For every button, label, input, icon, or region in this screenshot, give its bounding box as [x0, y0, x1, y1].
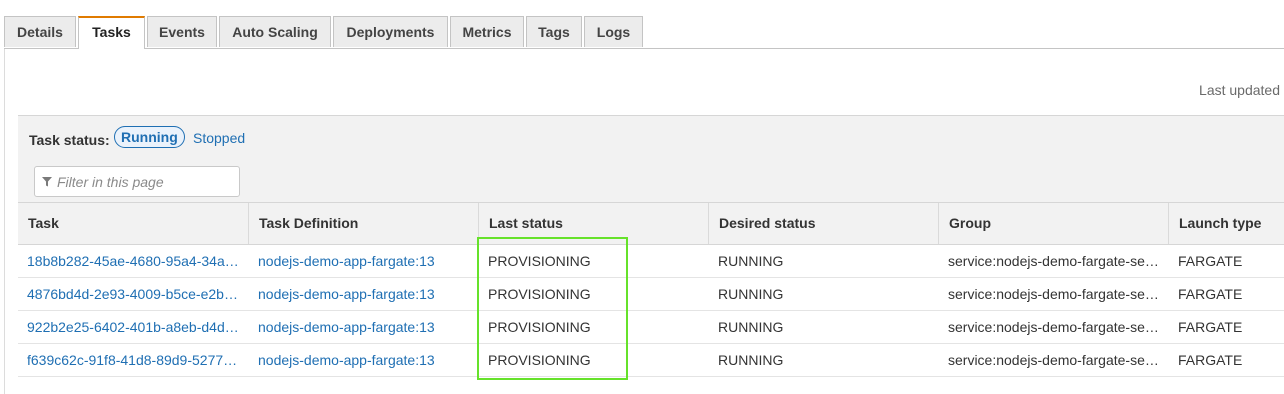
- last-status-cell: PROVISIONING: [488, 253, 591, 269]
- table-row: f639c62c-91f8-41d8-89d9-5277… nodejs-demo…: [18, 344, 1284, 377]
- tab-details[interactable]: Details: [4, 16, 76, 47]
- column-header-task-definition[interactable]: Task Definition: [249, 203, 479, 244]
- launch-type-cell: FARGATE: [1178, 319, 1243, 335]
- last-status-cell: PROVISIONING: [488, 286, 591, 302]
- group-cell: service:nodejs-demo-fargate-se…: [948, 352, 1159, 368]
- table-row: 18b8b282-45ae-4680-95a4-34a… nodejs-demo-…: [18, 245, 1284, 278]
- task-id-link[interactable]: 4876bd4d-2e93-4009-b5ce-e2b…: [18, 278, 249, 310]
- column-header-task[interactable]: Task: [18, 203, 249, 244]
- last-status-cell: PROVISIONING: [488, 352, 591, 368]
- tab-tasks[interactable]: Tasks: [78, 16, 145, 49]
- column-header-desired-status[interactable]: Desired status: [709, 203, 939, 244]
- desired-status-cell: RUNNING: [718, 319, 784, 335]
- running-filter-button[interactable]: Running: [114, 126, 185, 148]
- column-header-group[interactable]: Group: [939, 203, 1169, 244]
- group-cell: service:nodejs-demo-fargate-se…: [948, 286, 1159, 302]
- last-status-cell: PROVISIONING: [488, 319, 591, 335]
- tab-logs[interactable]: Logs: [584, 16, 643, 47]
- launch-type-cell: FARGATE: [1178, 253, 1243, 269]
- task-status-label: Task status:: [29, 132, 110, 148]
- group-cell: service:nodejs-demo-fargate-se…: [948, 253, 1159, 269]
- tab-metrics[interactable]: Metrics: [450, 16, 524, 47]
- desired-status-cell: RUNNING: [718, 352, 784, 368]
- task-id-link[interactable]: f639c62c-91f8-41d8-89d9-5277…: [18, 344, 249, 376]
- filter-box[interactable]: [34, 166, 240, 197]
- task-filter-panel: Task status: Running Stopped: [18, 115, 1284, 203]
- tasks-table: Task Task Definition Last status Desired…: [18, 202, 1284, 377]
- tab-events[interactable]: Events: [147, 16, 217, 47]
- task-definition-link[interactable]: nodejs-demo-app-fargate:13: [249, 278, 479, 310]
- desired-status-cell: RUNNING: [718, 286, 784, 302]
- launch-type-cell: FARGATE: [1178, 352, 1243, 368]
- task-definition-link[interactable]: nodejs-demo-app-fargate:13: [249, 245, 479, 277]
- filter-icon: [42, 177, 52, 187]
- tab-bar: Details Tasks Events Auto Scaling Deploy…: [4, 16, 1284, 49]
- column-header-launch-type[interactable]: Launch type: [1169, 203, 1284, 244]
- stopped-filter-link[interactable]: Stopped: [193, 130, 245, 146]
- tab-deployments[interactable]: Deployments: [333, 16, 448, 47]
- filter-input[interactable]: [57, 171, 233, 193]
- tab-auto-scaling[interactable]: Auto Scaling: [219, 16, 331, 47]
- launch-type-cell: FARGATE: [1178, 286, 1243, 302]
- group-cell: service:nodejs-demo-fargate-se…: [948, 319, 1159, 335]
- last-updated-label: Last updated: [1199, 82, 1280, 98]
- task-id-link[interactable]: 922b2e25-6402-401b-a8eb-d4d…: [18, 311, 249, 343]
- desired-status-cell: RUNNING: [718, 253, 784, 269]
- table-header: Task Task Definition Last status Desired…: [18, 202, 1284, 245]
- table-row: 922b2e25-6402-401b-a8eb-d4d… nodejs-demo-…: [18, 311, 1284, 344]
- tab-tags[interactable]: Tags: [526, 16, 582, 47]
- column-header-last-status[interactable]: Last status: [479, 203, 709, 244]
- task-id-link[interactable]: 18b8b282-45ae-4680-95a4-34a…: [18, 245, 249, 277]
- content-left-border: [4, 49, 5, 394]
- table-body: 18b8b282-45ae-4680-95a4-34a… nodejs-demo-…: [18, 245, 1284, 377]
- task-definition-link[interactable]: nodejs-demo-app-fargate:13: [249, 344, 479, 376]
- task-definition-link[interactable]: nodejs-demo-app-fargate:13: [249, 311, 479, 343]
- table-row: 4876bd4d-2e93-4009-b5ce-e2b… nodejs-demo-…: [18, 278, 1284, 311]
